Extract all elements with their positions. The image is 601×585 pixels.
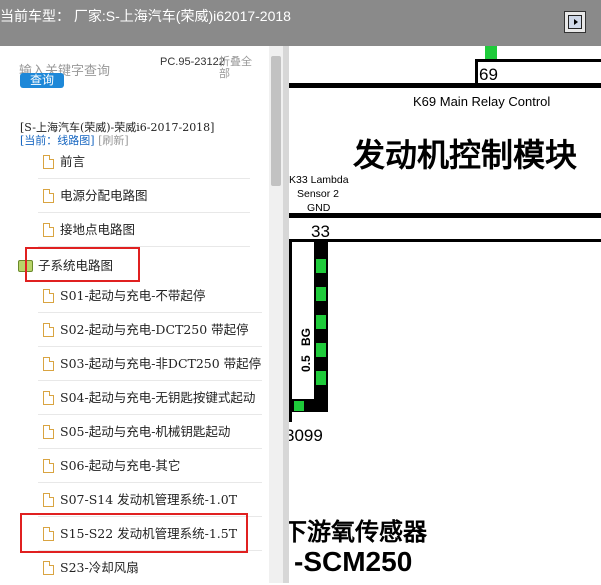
wire-stripe: [316, 259, 326, 273]
pc-code: PC.95-23122: [160, 56, 225, 68]
wire-stripe: [294, 401, 304, 411]
tree-item-s03[interactable]: S03-起动与充电-非DCT250 带起停: [38, 347, 262, 381]
connector-69-line: [475, 59, 601, 62]
document-icon: [43, 189, 54, 203]
query-button[interactable]: 查询: [20, 73, 64, 88]
tree-item-s07-s14[interactable]: S07-S14 发动机管理系统-1.0T: [38, 483, 262, 517]
tree-item-s02[interactable]: S02-起动与充电-DCT250 带起停: [38, 313, 262, 347]
k69-label: K69 Main Relay Control: [413, 94, 551, 109]
module-border-left: [289, 242, 292, 422]
document-icon: [43, 561, 54, 575]
collapse-all-link[interactable]: 折叠全部: [219, 56, 259, 80]
tree-item-s23[interactable]: S23-冷却风扇: [38, 551, 262, 585]
wire-size-label: 0.5: [299, 355, 313, 372]
document-icon: [43, 223, 54, 237]
panel-toggle-icon: [568, 15, 582, 29]
tree-item-s06[interactable]: S06-起动与充电-其它: [38, 449, 262, 483]
sensor-title: 下游氧传感器: [289, 518, 427, 546]
k33-label-line2: Sensor 2: [297, 188, 340, 200]
sidebar: 输入关键字查询 查询 PC.95-23122 折叠全部 [S-上海汽车(荣威)-…: [0, 46, 287, 583]
tree-item-label: S02-起动与充电-DCT250 带起停: [60, 322, 249, 337]
title-bar: 当前车型： 厂家:S-上海汽车(荣威)i62017-2018: [0, 0, 601, 46]
document-icon: [43, 459, 54, 473]
document-icon: [43, 357, 54, 371]
sidebar-scrollbar[interactable]: [269, 46, 283, 583]
tree-item-label: S04-起动与充电-无钥匙按键式起动: [60, 390, 256, 405]
document-icon: [43, 493, 54, 507]
tree-item-s01[interactable]: S01-起动与充电-不带起停: [38, 279, 262, 313]
tree-item-s05[interactable]: S05-起动与充电-机械钥匙起动: [38, 415, 262, 449]
tree-item-label: S05-起动与充电-机械钥匙起动: [60, 424, 231, 439]
connector-69-frame: [475, 59, 478, 83]
document-icon: [43, 155, 54, 169]
wire-color-label: BG: [299, 328, 313, 346]
k33-label-line1: K33 Lambda: [289, 174, 349, 186]
wire-green-top: [485, 46, 497, 59]
wire-stripe: [316, 287, 326, 301]
connector-33-line: [289, 239, 601, 242]
panel-toggle-button[interactable]: [564, 11, 586, 33]
tree-item-label: S07-S14 发动机管理系统-1.0T: [60, 492, 238, 507]
wiring-diagram[interactable]: 69 K69 Main Relay Control 发动机控制模块 K33 La…: [289, 46, 601, 583]
module-border-top: [289, 83, 601, 88]
document-icon: [43, 391, 54, 405]
document-icon: [43, 425, 54, 439]
highlight-box-folder: [25, 247, 140, 282]
tree-item-label: S01-起动与充电-不带起停: [60, 288, 206, 303]
tree-item-label: S23-冷却风扇: [60, 560, 139, 575]
tree-item-label: 前言: [60, 154, 86, 169]
tree-item-label: S03-起动与充电-非DCT250 带起停: [60, 356, 262, 371]
document-icon: [43, 289, 54, 303]
sensor-model: -SCM250: [294, 546, 413, 577]
connector-69-label: 69: [479, 65, 498, 84]
tree-item-power-distribution[interactable]: 电源分配电路图: [38, 179, 250, 213]
window-title: 当前车型： 厂家:S-上海汽车(荣威)i62017-2018: [0, 8, 291, 24]
tree-item-label: 电源分配电路图: [60, 188, 148, 203]
tree-item-label: 接地点电路图: [60, 222, 136, 237]
splice-label: 3099: [289, 426, 323, 445]
wire-stripe: [316, 343, 326, 357]
tree-item-s04[interactable]: S04-起动与充电-无钥匙按键式起动: [38, 381, 262, 415]
tree-item-ground-points[interactable]: 接地点电路图: [38, 213, 250, 247]
scrollbar-thumb[interactable]: [271, 56, 281, 186]
wire-stripe: [316, 371, 326, 385]
module-border-mid: [289, 213, 601, 218]
tree-item-label: S06-起动与充电-其它: [60, 458, 181, 473]
tree-item-preface[interactable]: 前言: [38, 145, 250, 179]
module-heading: 发动机控制模块: [353, 136, 578, 174]
highlight-box-s15-s22: [20, 513, 248, 553]
arrow-right-icon: [574, 19, 578, 25]
document-icon: [43, 323, 54, 337]
wire-stripe: [316, 315, 326, 329]
